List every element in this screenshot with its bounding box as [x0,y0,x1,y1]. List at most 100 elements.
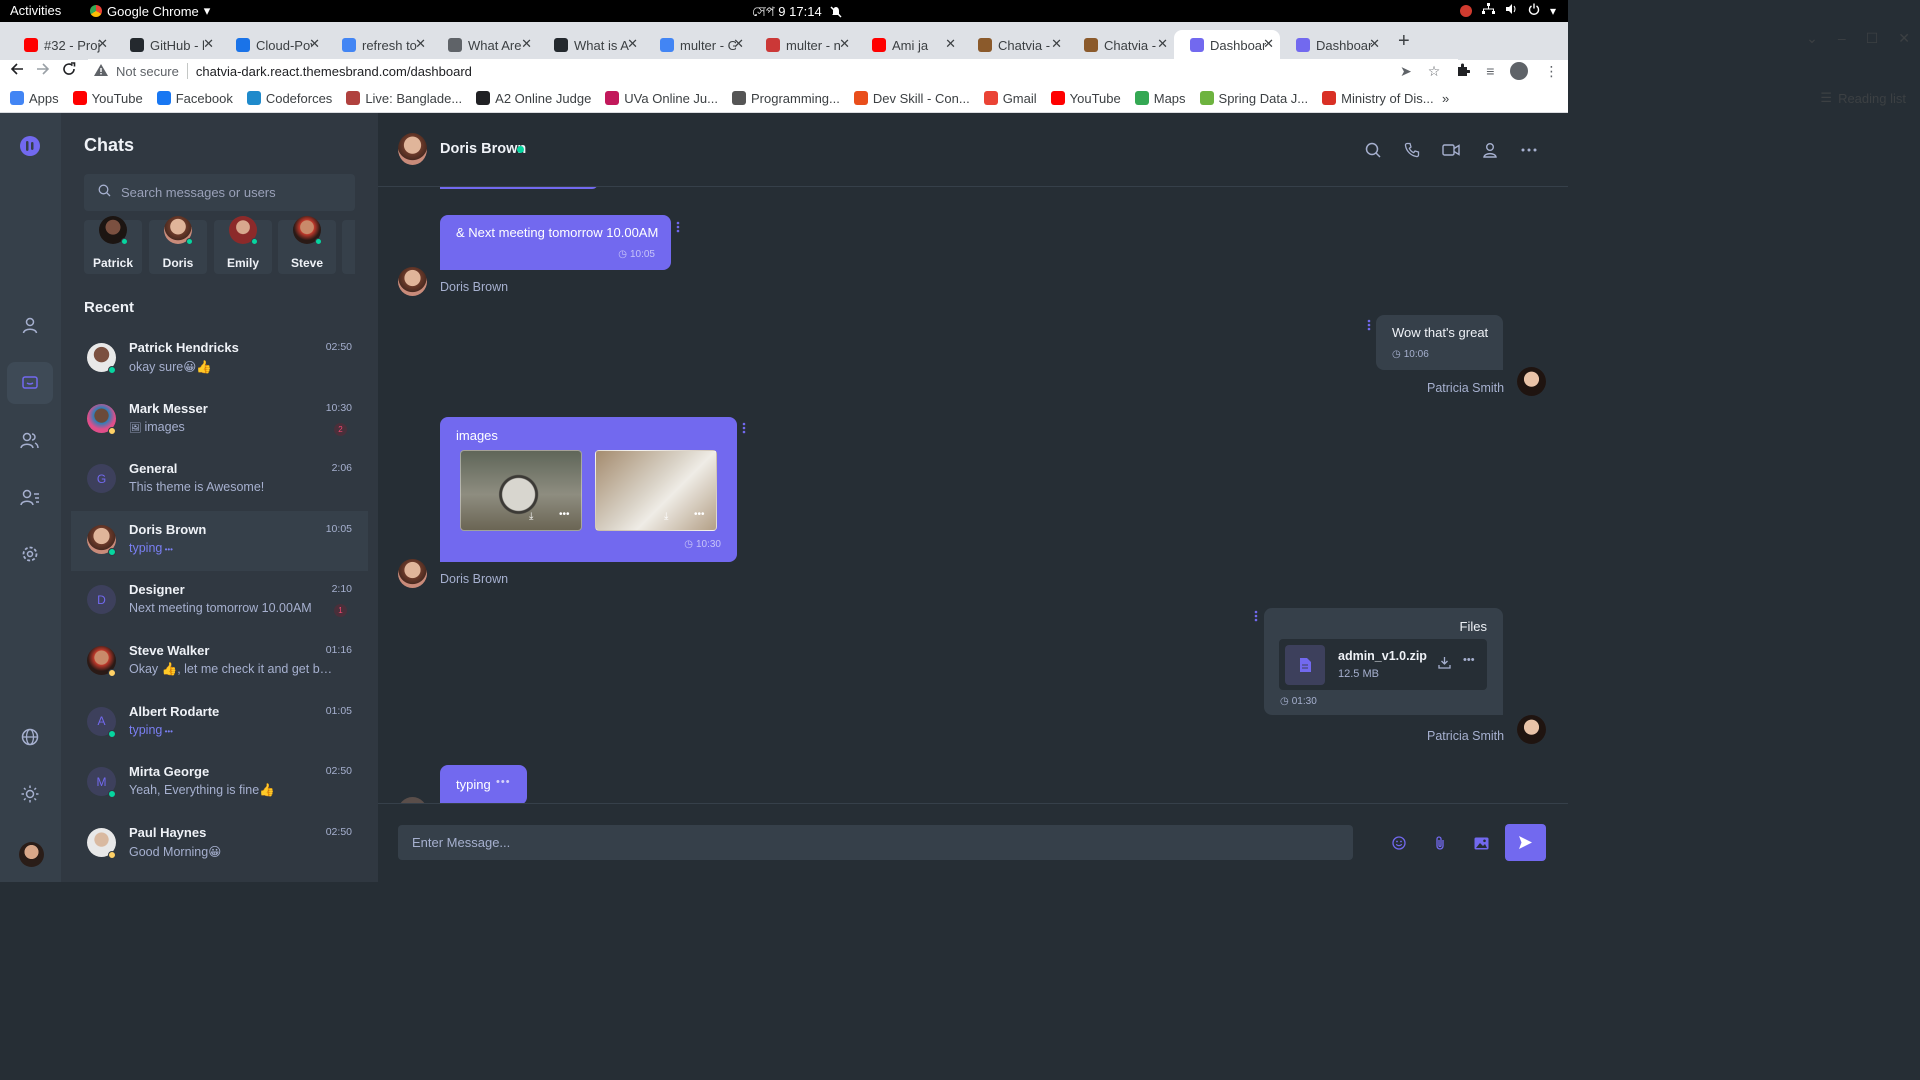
send-to-device-icon[interactable]: ➤ [1400,63,1412,80]
tab-search-icon[interactable]: ⌄ [1806,30,1818,47]
download-icon[interactable] [1438,656,1451,674]
minimize-icon[interactable]: – [1838,30,1846,47]
online-user-card-partial[interactable] [342,220,355,274]
tab-close-icon[interactable]: ✕ [309,36,320,52]
bookmark-item[interactable]: Codeforces [246,91,332,106]
image-attachment-clock[interactable]: ⤓ ••• [460,450,582,531]
browser-tab[interactable]: What Are ✕ [432,30,538,60]
more-icon[interactable] [1520,141,1538,159]
user-avatar[interactable] [19,842,44,867]
chats-tab-icon[interactable] [7,362,53,404]
conversation-item[interactable]: A Albert Rodarte typing ••• 01:05 [71,693,368,753]
tab-close-icon[interactable]: ✕ [1157,36,1168,52]
tab-close-icon[interactable]: ✕ [839,36,850,52]
file-attachment[interactable]: admin_v1.0.zip 12.5 MB ••• [1279,639,1487,690]
star-icon[interactable]: ☆ [1428,63,1441,80]
browser-tab[interactable]: refresh to ✕ [326,30,432,60]
forward-icon[interactable] [36,62,50,81]
language-icon[interactable] [7,716,53,758]
conversation-item[interactable]: Paul Haynes Good Morning😀 02:50 [71,814,368,874]
user-profile-icon[interactable] [1481,141,1499,159]
address-bar[interactable]: Not secure chatvia-dark.react.themesbran… [88,59,1458,83]
more-icon[interactable]: ••• [694,509,705,520]
attachment-icon[interactable] [1431,834,1449,852]
new-tab-button[interactable]: + [1398,30,1410,53]
bookmark-item[interactable]: YouTube [1050,91,1121,106]
browser-tab[interactable]: Dashboar ✕ [1280,30,1386,60]
more-bookmarks-icon[interactable]: » [1442,91,1449,106]
sender-avatar[interactable] [1517,715,1546,744]
online-user-card[interactable]: Doris [149,216,207,274]
bookmark-item[interactable]: Gmail [983,91,1037,106]
profile-tab-icon[interactable] [7,304,53,346]
conversation-item[interactable]: M Mirta George Yeah, Everything is fine👍 02… [71,753,368,813]
activities-button[interactable]: Activities [10,3,61,18]
sender-avatar[interactable] [398,267,427,296]
tab-close-icon[interactable]: ✕ [521,36,532,52]
tab-close-icon[interactable]: ✕ [1263,36,1274,52]
browser-tab[interactable]: #32 - Proj ✕ [8,30,114,60]
settings-tab-icon[interactable] [7,533,53,575]
more-icon[interactable]: ••• [559,509,570,520]
conversation-item[interactable]: D Designer Next meeting tomorrow 10.00AM 2:… [71,571,368,631]
reading-list-button[interactable]: ☰ Reading list [1820,90,1906,106]
sender-avatar[interactable] [398,559,427,588]
extensions-icon[interactable] [1456,63,1471,80]
tab-close-icon[interactable]: ✕ [627,36,638,52]
browser-tab[interactable]: multer - n ✕ [750,30,856,60]
close-window-icon[interactable]: ✕ [1898,30,1910,47]
tab-close-icon[interactable]: ✕ [203,36,214,52]
bookmark-item[interactable]: Spring Data J... [1199,91,1308,106]
search-icon[interactable] [1364,141,1382,159]
browser-tab[interactable]: Chatvia - I ✕ [962,30,1068,60]
tab-close-icon[interactable]: ✕ [1369,36,1380,52]
security-status[interactable]: Not secure [116,64,179,79]
browser-tab[interactable]: GitHub - l ✕ [114,30,220,60]
reload-icon[interactable] [62,62,76,81]
conversation-item[interactable]: G General This theme is Awesome! 2:06 [71,450,368,510]
bookmark-item[interactable]: Programming... [732,91,840,106]
tab-close-icon[interactable]: ✕ [945,36,956,52]
image-icon[interactable] [1472,834,1490,852]
download-icon[interactable]: ⤓ [664,511,668,522]
browser-tab[interactable]: multer - G ✕ [644,30,750,60]
bookmark-item[interactable]: Apps [10,91,59,106]
search-input[interactable] [121,185,341,200]
contacts-tab-icon[interactable] [7,476,53,518]
bookmark-item[interactable]: UVa Online Ju... [605,91,718,106]
more-icon[interactable]: ••• [1463,654,1475,666]
image-attachment-notebook[interactable]: ⤓ ••• [595,450,717,531]
sender-avatar[interactable] [1517,367,1546,396]
contact-name[interactable]: Doris Brown [440,141,526,157]
back-icon[interactable] [10,62,24,81]
bookmark-item[interactable]: Live: Banglade... [346,91,462,106]
browser-tab[interactable]: Cloud-Pov ✕ [220,30,326,60]
logo-icon[interactable] [7,125,53,167]
browser-tab[interactable]: Dashboar ✕ [1174,30,1280,60]
clock[interactable]: সেপ 9 17:14 [752,3,842,24]
conversation-item[interactable]: Steve Walker Okay 👍, let me check it and … [71,632,368,692]
chrome-menu-icon[interactable]: ⋮ [1544,63,1558,80]
tab-close-icon[interactable]: ✕ [415,36,426,52]
online-user-card[interactable]: Patrick [84,216,142,274]
tab-close-icon[interactable]: ✕ [1051,36,1062,52]
browser-tab[interactable]: What is A ✕ [538,30,644,60]
contact-avatar[interactable] [398,133,427,165]
tab-close-icon[interactable]: ✕ [97,36,108,52]
bookmark-item[interactable]: Facebook [156,91,233,106]
profile-avatar[interactable] [1510,62,1529,80]
theme-toggle-icon[interactable] [7,773,53,815]
bookmark-item[interactable]: A2 Online Judge [476,91,591,106]
download-icon[interactable]: ⤓ [529,511,533,522]
browser-tab[interactable]: Chatvia - I ✕ [1068,30,1174,60]
conversation-item[interactable]: Doris Brown typing ••• 10:05 [71,510,368,571]
phone-icon[interactable] [1403,141,1421,159]
online-user-card[interactable]: Emily [214,216,272,274]
message-input[interactable] [398,825,1353,860]
bookmark-item[interactable]: Dev Skill - Con... [853,91,970,106]
url-text[interactable]: chatvia-dark.react.themesbrand.com/dashb… [196,64,472,79]
app-menu[interactable]: Google Chrome ▾ [90,3,210,19]
conversation-item[interactable]: Patrick Hendricks okay sure😀👍 02:50 [71,329,368,389]
message-options-icon[interactable] [742,421,746,439]
maximize-icon[interactable]: ☐ [1866,30,1879,47]
